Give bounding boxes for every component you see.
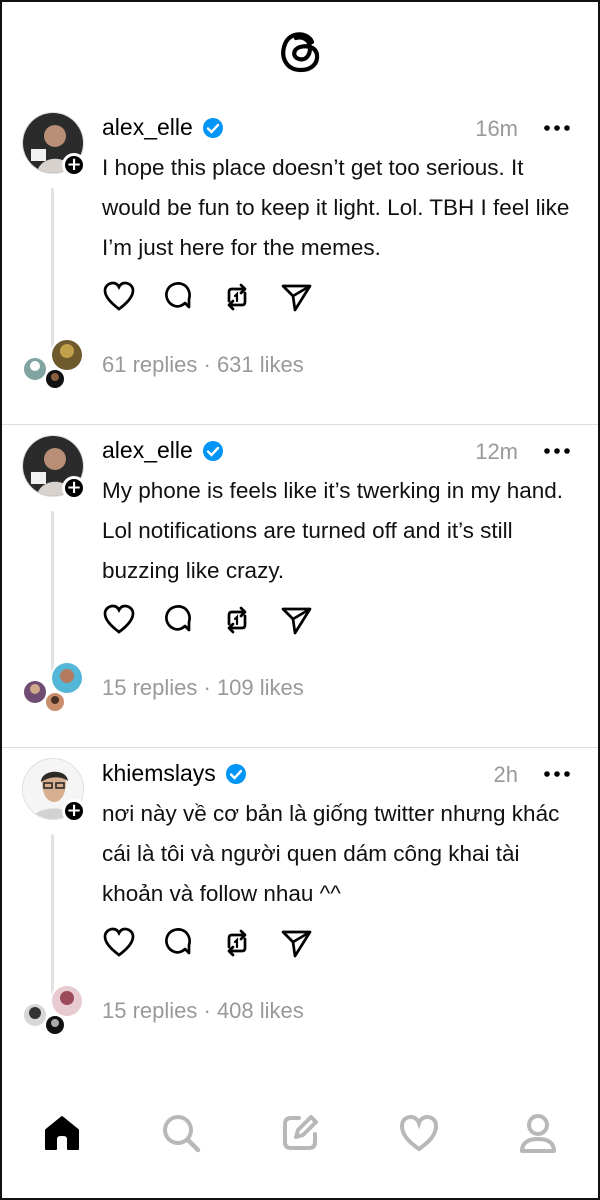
username[interactable]: khiemslays (102, 760, 216, 787)
follow-plus-icon[interactable]: + (62, 476, 86, 500)
username[interactable]: alex_elle (102, 114, 193, 141)
tab-activity[interactable] (394, 1108, 444, 1158)
follow-plus-icon[interactable]: + (62, 153, 86, 177)
thread-line (51, 511, 54, 675)
threads-logo-icon[interactable] (274, 24, 326, 76)
replier-avatar (44, 691, 66, 713)
replier-avatar (50, 984, 84, 1018)
thread-line (51, 188, 54, 352)
thread-post[interactable]: + alex_elle 16m I hope this place doesn’… (2, 102, 598, 425)
tab-compose[interactable] (275, 1108, 325, 1158)
more-options-icon[interactable] (542, 118, 572, 138)
post-time: 12m (475, 439, 518, 464)
bottom-tab-bar (2, 1068, 598, 1198)
top-bar (2, 2, 598, 102)
heart-icon[interactable] (397, 1111, 441, 1155)
reply-icon[interactable] (161, 926, 195, 960)
post-text: My phone is feels like it’s twerking in … (102, 478, 564, 583)
like-icon[interactable] (102, 280, 136, 314)
replier-avatar (44, 1014, 66, 1036)
username-row[interactable]: alex_elle (102, 114, 225, 141)
profile-icon[interactable] (516, 1111, 560, 1155)
follow-plus-icon[interactable]: + (62, 799, 86, 823)
like-icon[interactable] (102, 603, 136, 637)
search-icon[interactable] (159, 1111, 203, 1155)
verified-badge-icon (225, 763, 246, 784)
post-actions (102, 926, 313, 960)
share-icon[interactable] (279, 280, 313, 314)
post-stats[interactable]: 15 replies · 408 likes (102, 998, 304, 1024)
post-text: nơi này về cơ bản là giống twitter nhưng… (102, 801, 560, 906)
verified-badge-icon (202, 117, 223, 138)
share-icon[interactable] (279, 926, 313, 960)
post-stats[interactable]: 15 replies · 109 likes (102, 675, 304, 701)
home-icon[interactable] (40, 1111, 84, 1155)
repost-icon[interactable] (220, 280, 254, 314)
app-screen: + alex_elle 16m I hope this place doesn’… (0, 0, 600, 1200)
tab-home[interactable] (37, 1108, 87, 1158)
reply-icon[interactable] (161, 280, 195, 314)
tab-profile[interactable] (513, 1108, 563, 1158)
thread-post[interactable]: + alex_elle 12m My phone is feels like i… (2, 425, 598, 748)
username-row[interactable]: khiemslays (102, 760, 248, 787)
post-text: I hope this place doesn’t get too seriou… (102, 155, 570, 260)
more-options-icon[interactable] (542, 764, 572, 784)
reply-icon[interactable] (161, 603, 195, 637)
post-actions (102, 603, 313, 637)
repost-icon[interactable] (220, 926, 254, 960)
like-icon[interactable] (102, 926, 136, 960)
username-row[interactable]: alex_elle (102, 437, 225, 464)
compose-icon[interactable] (278, 1111, 322, 1155)
verified-badge-icon (202, 440, 223, 461)
replier-avatar (50, 338, 84, 372)
post-time: 16m (475, 116, 518, 141)
replier-avatar (50, 661, 84, 695)
share-icon[interactable] (279, 603, 313, 637)
post-stats[interactable]: 61 replies · 631 likes (102, 352, 304, 378)
thread-line (51, 834, 54, 998)
more-options-icon[interactable] (542, 441, 572, 461)
post-time: 2h (493, 762, 518, 787)
replier-avatar (44, 368, 66, 390)
thread-post[interactable]: + khiemslays 2h nơi này về cơ bản là giố… (2, 748, 598, 1071)
post-actions (102, 280, 313, 314)
username[interactable]: alex_elle (102, 437, 193, 464)
tab-search[interactable] (156, 1108, 206, 1158)
repost-icon[interactable] (220, 603, 254, 637)
